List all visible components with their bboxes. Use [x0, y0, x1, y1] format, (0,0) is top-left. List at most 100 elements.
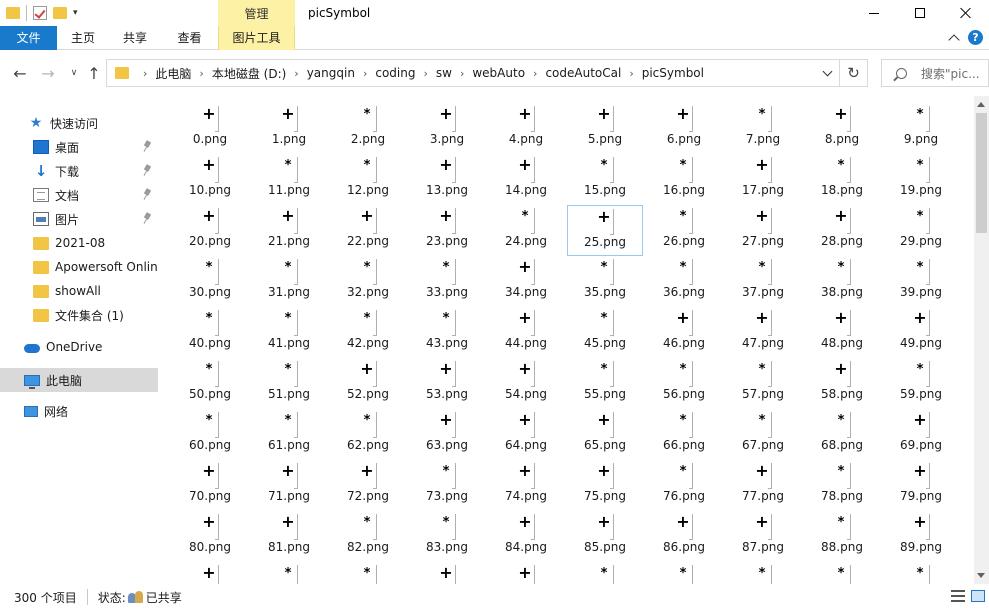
file-item[interactable]: +72.png: [330, 460, 406, 511]
tab-view[interactable]: 查看: [161, 26, 218, 50]
file-item[interactable]: * 19.png: [883, 154, 959, 205]
file-item[interactable]: +28.png: [804, 205, 880, 256]
file-item[interactable]: +87.png: [725, 511, 801, 562]
file-item[interactable]: * 57.png: [725, 358, 801, 409]
file-item[interactable]: +53.png: [409, 358, 485, 409]
sidebar-item-2021-08[interactable]: 2021-08: [0, 231, 158, 255]
file-item[interactable]: * 67.png: [725, 409, 801, 460]
file-item[interactable]: +54.png: [488, 358, 564, 409]
file-item[interactable]: * 16.png: [646, 154, 722, 205]
tab-share[interactable]: 共享: [109, 26, 161, 50]
breadcrumb-separator[interactable]: ›: [294, 67, 298, 80]
properties-icon[interactable]: [33, 6, 47, 20]
file-item[interactable]: * 83.png: [409, 511, 485, 562]
sidebar-item-downloads[interactable]: ↓ 下载: [0, 159, 158, 183]
maximize-button[interactable]: [897, 0, 943, 26]
file-item[interactable]: +17.png: [725, 154, 801, 205]
file-item[interactable]: * 11.png: [251, 154, 327, 205]
file-item[interactable]: * 42.png: [330, 307, 406, 358]
file-item[interactable]: * 41.png: [251, 307, 327, 358]
file-item[interactable]: * 26.png: [646, 205, 722, 256]
sidebar-item-file-collection[interactable]: 文件集合 (1): [0, 303, 158, 327]
file-item[interactable]: * 51.png: [251, 358, 327, 409]
file-item[interactable]: * 33.png: [409, 256, 485, 307]
file-item[interactable]: * 66.png: [646, 409, 722, 460]
file-item[interactable]: +0.png: [172, 103, 248, 154]
customize-toolbar-icon[interactable]: ▾: [73, 8, 78, 18]
file-item[interactable]: * 56.png: [646, 358, 722, 409]
breadcrumb-separator[interactable]: ›: [423, 67, 427, 80]
large-icons-view-icon[interactable]: [971, 590, 985, 602]
address-dropdown-icon[interactable]: [822, 66, 833, 77]
file-item[interactable]: * 68.png: [804, 409, 880, 460]
file-item[interactable]: * 55.png: [567, 358, 643, 409]
back-button[interactable]: ←: [9, 62, 31, 84]
file-item[interactable]: +65.png: [567, 409, 643, 460]
file-item[interactable]: +3.png: [409, 103, 485, 154]
file-item[interactable]: +: [409, 562, 485, 584]
breadcrumb-picsymbol[interactable]: picSymbol: [642, 66, 704, 80]
file-item[interactable]: * 61.png: [251, 409, 327, 460]
search-input[interactable]: 搜索"pic...: [881, 59, 989, 87]
file-item[interactable]: +14.png: [488, 154, 564, 205]
breadcrumb-coding[interactable]: coding: [375, 66, 415, 80]
file-item[interactable]: +10.png: [172, 154, 248, 205]
breadcrumb-codeautocal[interactable]: codeAutoCal: [545, 66, 621, 80]
tab-picture-tools[interactable]: 图片工具: [218, 26, 295, 50]
file-item[interactable]: +25.png: [567, 205, 643, 256]
file-item[interactable]: +6.png: [646, 103, 722, 154]
file-item[interactable]: *: [646, 562, 722, 584]
file-item[interactable]: +13.png: [409, 154, 485, 205]
file-item[interactable]: * 18.png: [804, 154, 880, 205]
file-item[interactable]: * 24.png: [488, 205, 564, 256]
sidebar-item-desktop[interactable]: 桌面: [0, 135, 158, 159]
forward-button[interactable]: →: [37, 62, 59, 84]
file-item[interactable]: * 36.png: [646, 256, 722, 307]
scroll-up-icon[interactable]: [977, 102, 985, 107]
file-item[interactable]: +52.png: [330, 358, 406, 409]
file-item[interactable]: +27.png: [725, 205, 801, 256]
breadcrumb-local-disk[interactable]: 本地磁盘 (D:): [212, 65, 286, 82]
file-item[interactable]: +: [172, 562, 248, 584]
up-button[interactable]: ↑: [83, 62, 105, 84]
file-item[interactable]: +81.png: [251, 511, 327, 562]
file-item[interactable]: * 9.png: [883, 103, 959, 154]
file-item[interactable]: * 50.png: [172, 358, 248, 409]
file-item[interactable]: * 39.png: [883, 256, 959, 307]
file-item[interactable]: * 38.png: [804, 256, 880, 307]
breadcrumb-separator[interactable]: ›: [629, 67, 633, 80]
breadcrumb-sw[interactable]: sw: [436, 66, 452, 80]
file-item[interactable]: * 29.png: [883, 205, 959, 256]
new-folder-icon[interactable]: [53, 7, 67, 19]
vertical-scrollbar[interactable]: [974, 96, 989, 584]
sidebar-item-onedrive[interactable]: OneDrive: [0, 335, 158, 359]
scrollbar-thumb[interactable]: [976, 113, 987, 233]
file-item[interactable]: * 76.png: [646, 460, 722, 511]
collapse-ribbon-icon[interactable]: [948, 33, 960, 46]
file-item[interactable]: +86.png: [646, 511, 722, 562]
sidebar-item-apowersoft[interactable]: Apowersoft Online: [0, 255, 158, 279]
sidebar-item-this-pc[interactable]: 此电脑: [0, 368, 158, 392]
breadcrumb-separator[interactable]: ›: [460, 67, 464, 80]
file-item[interactable]: *: [725, 562, 801, 584]
close-button[interactable]: [943, 0, 989, 26]
file-item[interactable]: * 73.png: [409, 460, 485, 511]
file-item[interactable]: * 15.png: [567, 154, 643, 205]
file-item[interactable]: +75.png: [567, 460, 643, 511]
file-item[interactable]: * 78.png: [804, 460, 880, 511]
file-item[interactable]: +71.png: [251, 460, 327, 511]
file-item[interactable]: * 12.png: [330, 154, 406, 205]
file-item[interactable]: +70.png: [172, 460, 248, 511]
file-item[interactable]: +74.png: [488, 460, 564, 511]
file-item[interactable]: *: [804, 562, 880, 584]
file-item[interactable]: +34.png: [488, 256, 564, 307]
file-item[interactable]: +44.png: [488, 307, 564, 358]
file-item[interactable]: +46.png: [646, 307, 722, 358]
tab-home[interactable]: 主页: [57, 26, 109, 50]
refresh-button[interactable]: ↻: [840, 59, 868, 87]
file-item[interactable]: +20.png: [172, 205, 248, 256]
file-item[interactable]: *: [567, 562, 643, 584]
file-item[interactable]: * 60.png: [172, 409, 248, 460]
file-item[interactable]: *: [330, 562, 406, 584]
file-item[interactable]: +48.png: [804, 307, 880, 358]
